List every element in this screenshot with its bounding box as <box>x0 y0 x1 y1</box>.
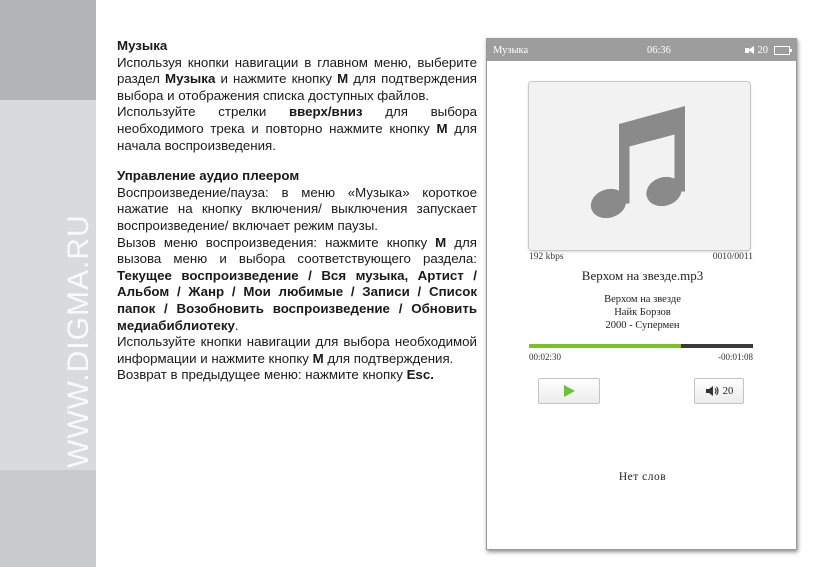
site-watermark: WWW.DIGMA.RU <box>62 214 95 468</box>
text-run: Вызов меню воспроизведения: нажмите кноп… <box>117 234 436 250</box>
progress-bar[interactable] <box>529 344 753 348</box>
elapsed-time: 00:02:30 <box>529 352 562 362</box>
status-volume-level: 20 <box>757 44 769 56</box>
screen-title: Музыка <box>493 44 529 56</box>
track-info-row: 192 kbps 0010/0011 <box>529 252 753 262</box>
text-run: для подтверждения. <box>323 350 454 366</box>
status-bar: Музыка 06:36 20 <box>487 39 796 61</box>
paragraph: Возврат в предыдущее меню: нажмите кнопк… <box>117 367 477 384</box>
paragraph: Вызов меню воспроизведения: нажмите кноп… <box>117 235 477 335</box>
text-run: . <box>234 317 239 333</box>
paragraph: Используя кнопки навигации в главном мен… <box>117 55 477 105</box>
paragraph: Используйте кнопки навигации для выбора … <box>117 334 477 367</box>
bold-term: Esc. <box>406 367 434 383</box>
section-heading-music: Музыка <box>117 38 168 53</box>
section-heading-player-control: Управление аудио плеером <box>117 168 300 184</box>
volume-icon <box>744 45 755 55</box>
artist-name: Найк Борзов <box>614 307 671 318</box>
status-indicators: 20 <box>744 44 792 56</box>
text-run: Возврат в предыдущее меню: нажмите кнопк… <box>117 367 407 383</box>
bold-term: Музыка <box>165 71 216 87</box>
clock: 06:36 <box>647 44 671 56</box>
bold-term: M <box>312 350 324 366</box>
battery-icon <box>774 45 792 55</box>
text-run: Используйте стрелки <box>117 104 289 120</box>
time-row: 00:02:30 -00:01:08 <box>529 352 753 362</box>
track-filename: Верхом на звезде.mp3 <box>581 268 704 283</box>
speaker-icon <box>705 386 719 396</box>
text-run: Воспроизведение/пауза: в меню «Музыка» к… <box>117 184 477 233</box>
play-button[interactable] <box>538 378 600 404</box>
album-cover <box>528 81 751 251</box>
manual-text-column: Музыка Используя кнопки навигации в глав… <box>117 38 477 384</box>
volume-button[interactable]: 20 <box>694 378 744 404</box>
text-run: и нажмите кнопку <box>215 71 338 87</box>
lyrics-text: Нет слов <box>618 471 667 483</box>
bold-term: M <box>337 71 349 87</box>
bold-term: вверх/вниз <box>288 104 363 120</box>
bold-term: Текущее воспроизведение / Вся музыка, Ар… <box>117 267 477 333</box>
bold-term: M <box>436 120 448 136</box>
volume-level: 20 <box>722 385 734 397</box>
song-title: Верхом на звезде <box>604 294 681 305</box>
side-strip-top-block <box>0 0 96 100</box>
side-strip-bottom-block <box>0 470 96 567</box>
remaining-time: -00:01:08 <box>718 352 753 362</box>
music-note-icon <box>590 106 685 219</box>
play-icon <box>564 385 575 397</box>
player-screen: Музыка 06:36 20 192 kbps 0010/0011 Верхо… <box>486 38 797 550</box>
bold-term: M <box>435 234 447 250</box>
paragraph: Используйте стрелки вверх/вниз для выбор… <box>117 104 477 154</box>
bitrate: 192 kbps <box>529 252 564 262</box>
paragraph: Воспроизведение/пауза: в меню «Музыка» к… <box>117 185 477 235</box>
progress-fill <box>529 344 682 348</box>
track-counter: 0010/0011 <box>712 252 753 262</box>
album-name: 2000 - Супермен <box>605 320 680 331</box>
